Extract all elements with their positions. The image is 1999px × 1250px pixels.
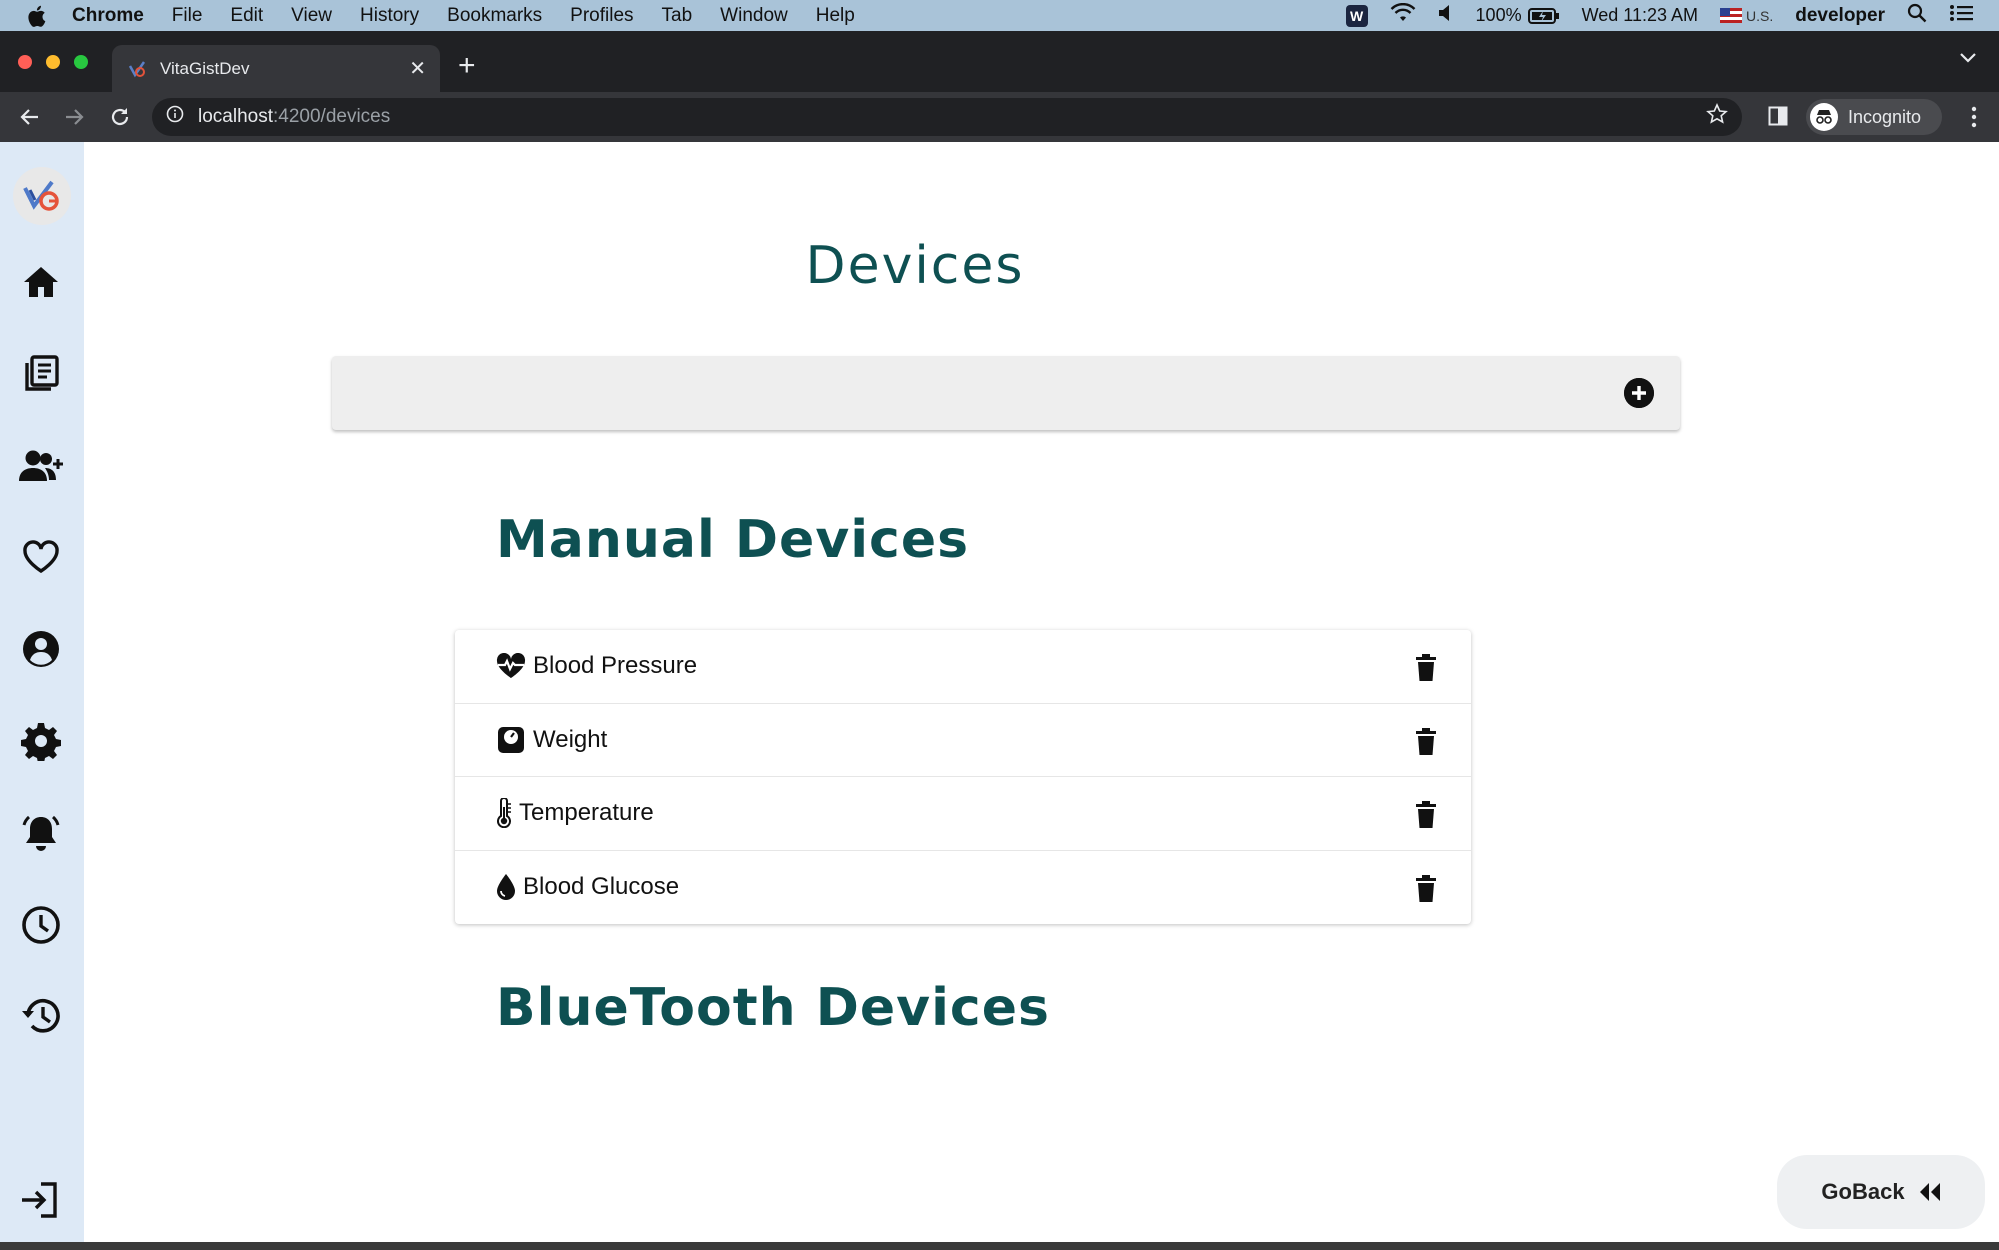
forward-arrow-icon[interactable] <box>62 105 86 134</box>
clock-datetime[interactable]: Wed 11:23 AM <box>1582 5 1698 26</box>
menu-tab[interactable]: Tab <box>662 5 693 27</box>
add-device-button[interactable] <box>1624 378 1654 408</box>
history-icon[interactable] <box>18 993 64 1039</box>
menu-history[interactable]: History <box>360 5 419 27</box>
alarm-bell-icon[interactable] <box>18 810 64 856</box>
apple-icon[interactable] <box>26 3 52 29</box>
address-bar[interactable]: localhost:4200/devices <box>152 98 1742 136</box>
window-zoom-button[interactable] <box>74 55 88 69</box>
wifi-icon[interactable] <box>1390 2 1416 28</box>
trash-icon[interactable] <box>1415 874 1439 903</box>
window-close-button[interactable] <box>18 55 32 69</box>
word-app-icon[interactable]: W <box>1345 4 1368 27</box>
logout-icon[interactable] <box>16 1177 62 1223</box>
list-item[interactable]: Blood Glucose <box>455 851 1471 925</box>
app-viewport: Devices Manual Devices Blood Pressure We… <box>0 142 1999 1242</box>
menu-view[interactable]: View <box>291 5 332 27</box>
list-item[interactable]: Blood Pressure <box>455 630 1471 704</box>
control-center-icon[interactable] <box>1949 4 1973 27</box>
browser-tab[interactable]: VitaGistDev ✕ <box>112 45 440 92</box>
back-arrow-icon[interactable] <box>18 105 42 134</box>
go-back-label: GoBack <box>1821 1179 1905 1204</box>
new-tab-button[interactable]: + <box>458 49 476 83</box>
us-flag-icon <box>1720 8 1742 23</box>
site-info-icon[interactable] <box>166 105 184 129</box>
incognito-profile-button[interactable]: Incognito <box>1806 99 1942 135</box>
plus-circle-icon <box>1624 378 1654 408</box>
menu-profiles[interactable]: Profiles <box>570 5 633 27</box>
thermometer-icon <box>495 797 513 829</box>
tab-favicon-icon <box>128 60 146 78</box>
gear-icon[interactable] <box>18 718 64 764</box>
battery-percent: 100% <box>1475 5 1522 25</box>
menu-window[interactable]: Window <box>720 5 788 27</box>
menu-bookmarks[interactable]: Bookmarks <box>447 5 542 27</box>
incognito-icon <box>1810 103 1838 131</box>
trash-icon[interactable] <box>1415 801 1439 829</box>
browser-toolbar: localhost:4200/devices Incognito <box>0 92 1999 142</box>
browser-tab-strip: VitaGistDev ✕ + <box>0 31 1999 92</box>
double-chevron-left-icon <box>1919 1183 1940 1201</box>
trash-icon[interactable] <box>1415 654 1439 682</box>
window-bottom-edge <box>0 1242 1999 1250</box>
bookmark-star-icon[interactable] <box>1706 103 1728 131</box>
menu-app-name[interactable]: Chrome <box>72 5 144 27</box>
side-panel-icon[interactable] <box>1768 106 1788 131</box>
profile-icon[interactable] <box>18 626 64 672</box>
add-user-icon[interactable] <box>18 443 64 489</box>
list-item[interactable]: Temperature <box>455 777 1471 851</box>
app-sidebar <box>0 142 84 1242</box>
incognito-label: Incognito <box>1848 106 1922 127</box>
vitagist-logo[interactable] <box>13 167 71 225</box>
battery-status[interactable]: 100% <box>1476 5 1560 26</box>
battery-icon <box>1527 7 1559 24</box>
clock-icon[interactable] <box>18 902 64 948</box>
tab-title: VitaGistDev <box>160 58 250 78</box>
window-minimize-button[interactable] <box>46 55 60 69</box>
manual-devices-heading: Manual Devices <box>496 510 970 570</box>
menu-edit[interactable]: Edit <box>230 5 263 27</box>
bluetooth-devices-heading: BlueTooth Devices <box>496 978 1050 1038</box>
add-device-bar <box>332 356 1680 430</box>
trash-icon[interactable] <box>1415 727 1439 756</box>
page-title: Devices <box>805 236 1025 296</box>
device-label: Blood Glucose <box>523 873 680 901</box>
manual-device-list: Blood Pressure Weight Temperature Blood … <box>455 630 1471 924</box>
browser-menu-icon[interactable] <box>1971 106 1977 133</box>
spotlight-search-icon[interactable] <box>1907 3 1927 28</box>
tab-search-chevron-icon[interactable] <box>1959 51 1977 69</box>
list-item[interactable]: Weight <box>455 704 1471 777</box>
menu-file[interactable]: File <box>172 5 203 27</box>
go-back-button[interactable]: GoBack <box>1777 1155 1985 1229</box>
device-label: Blood Pressure <box>533 652 698 680</box>
reload-icon[interactable] <box>108 105 132 134</box>
heart-icon[interactable] <box>18 534 64 580</box>
device-label: Weight <box>533 725 608 753</box>
url-path: :4200/devices <box>273 106 391 127</box>
input-source-label: U.S. <box>1746 7 1774 24</box>
user-name[interactable]: developer <box>1795 5 1885 27</box>
device-label: Temperature <box>519 799 654 827</box>
menu-help[interactable]: Help <box>816 5 855 27</box>
input-source[interactable]: U.S. <box>1720 8 1773 24</box>
url-host: localhost <box>198 106 273 127</box>
volume-icon[interactable] <box>1438 4 1454 27</box>
droplet-icon <box>495 871 517 903</box>
tab-close-icon[interactable]: ✕ <box>409 56 426 81</box>
heart-pulse-icon <box>495 650 527 682</box>
journal-icon[interactable] <box>18 351 64 397</box>
scale-icon <box>495 724 527 756</box>
macos-menubar: Chrome File Edit View History Bookmarks … <box>0 0 1999 31</box>
